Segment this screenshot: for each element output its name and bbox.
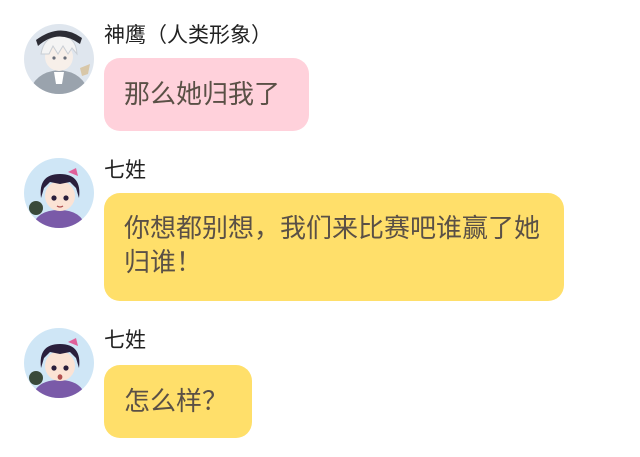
- white-haired-character-avatar: [24, 24, 94, 94]
- sender-name: 神鹰（人类形象）: [104, 23, 272, 47]
- sender-name: 七姓: [104, 328, 146, 352]
- avatar-qixing[interactable]: [24, 158, 94, 228]
- message-bubble[interactable]: 你想都别想，我们来比赛吧谁赢了她归谁！: [104, 193, 564, 301]
- message-text: 怎么样？: [124, 387, 229, 417]
- purple-haired-girl-avatar: [24, 158, 94, 228]
- purple-haired-girl-avatar: [24, 328, 94, 398]
- avatar-shenying[interactable]: [24, 24, 94, 94]
- sender-name: 七姓: [104, 158, 146, 182]
- message-bubble[interactable]: 那么她归我了: [104, 58, 309, 131]
- avatar-qixing[interactable]: [24, 328, 94, 398]
- message-text: 你想都别想，我们来比赛吧谁赢了她归谁！: [124, 214, 541, 278]
- message-bubble[interactable]: 怎么样？: [104, 365, 252, 438]
- message-text: 那么她归我了: [124, 80, 281, 110]
